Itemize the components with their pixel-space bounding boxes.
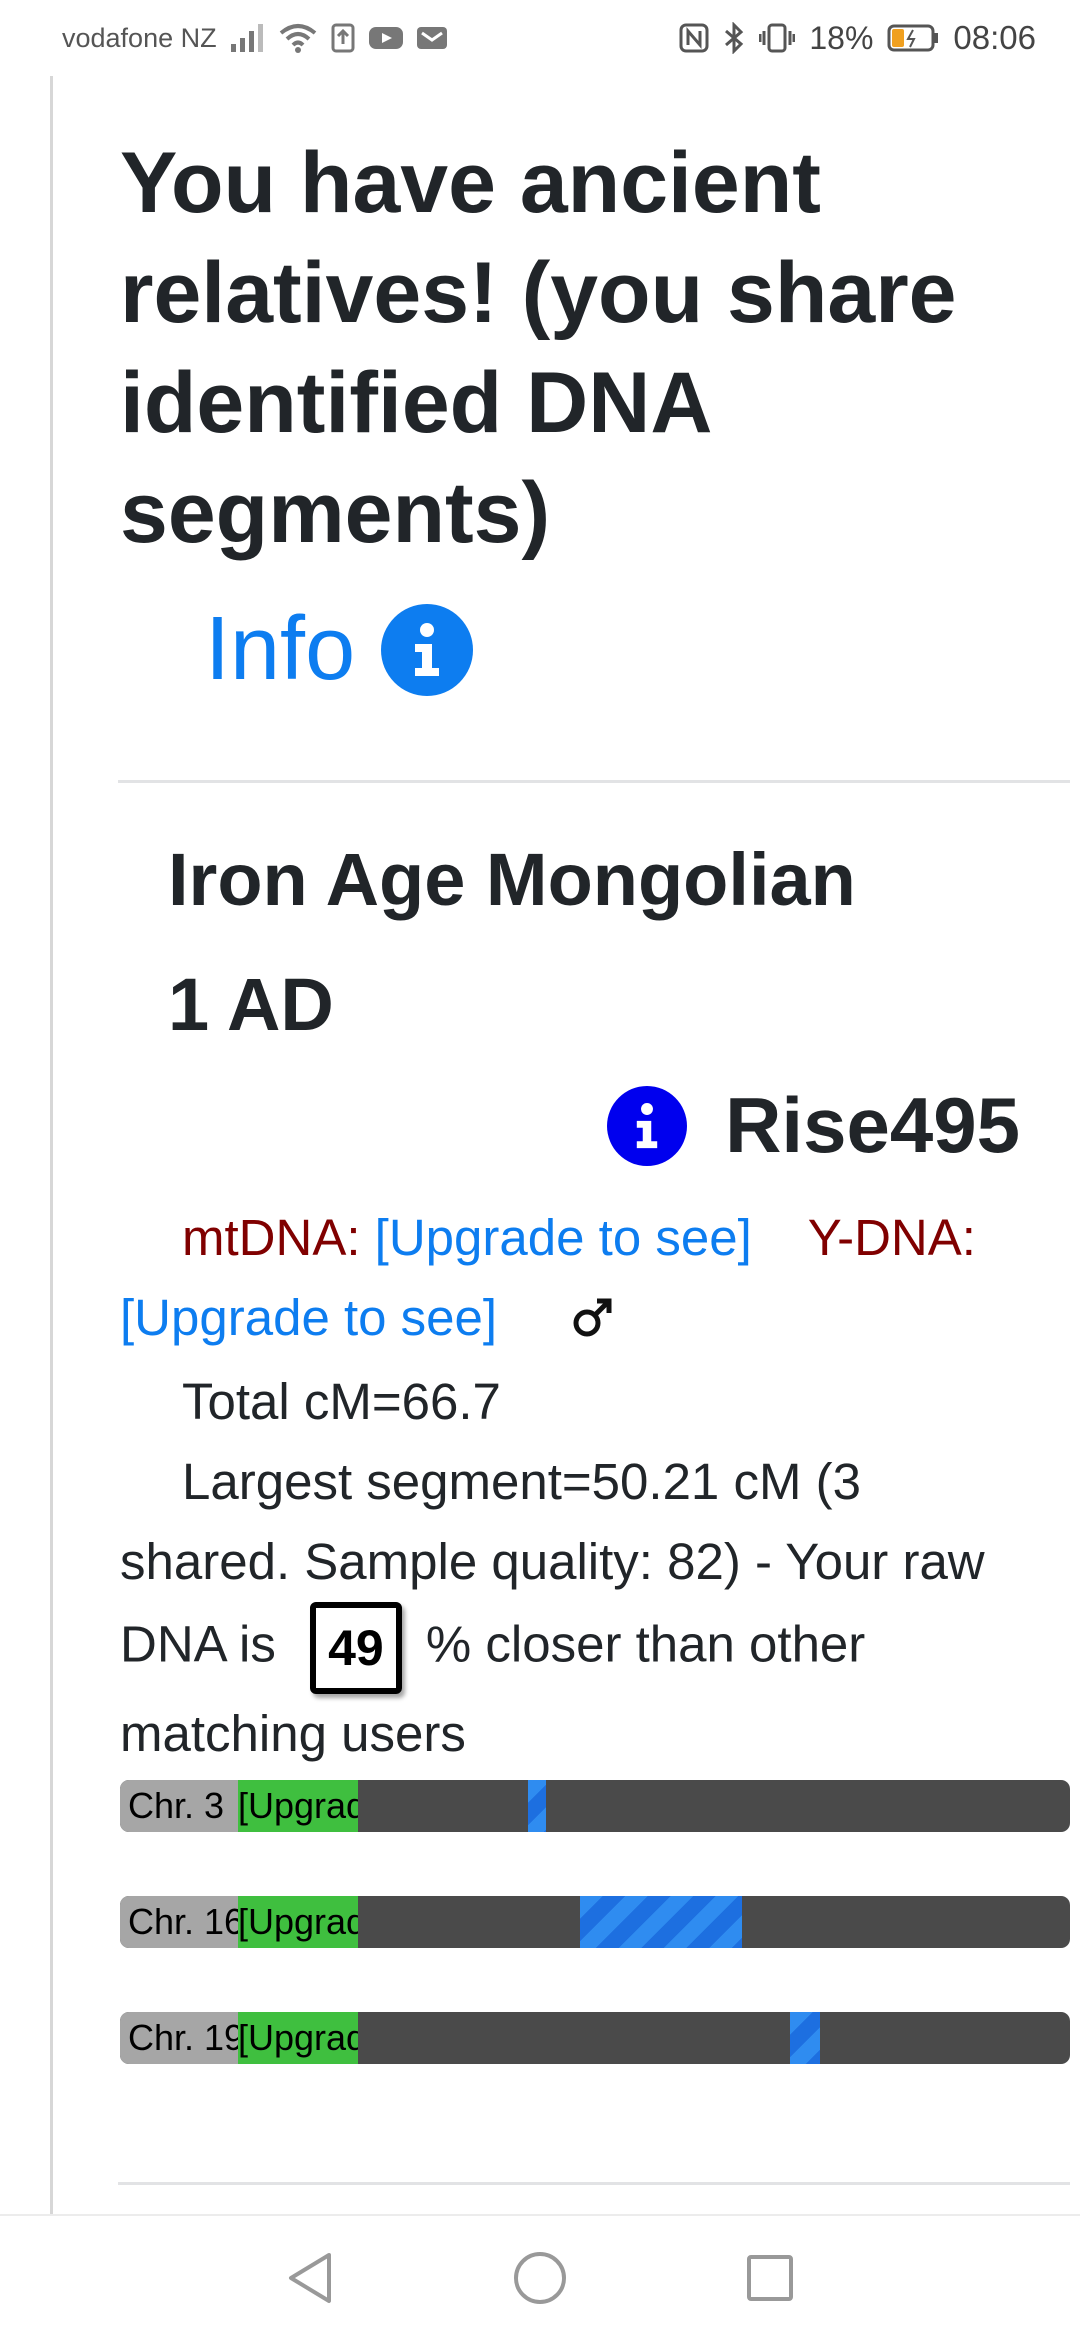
chromosome-upgrade-link[interactable]: [Upgrade to see] <box>238 1896 358 1948</box>
ydna-label: Y-DNA: <box>807 1209 976 1266</box>
page-title: You have ancient relatives! (you share i… <box>120 135 957 561</box>
shared-segment <box>790 2012 820 2064</box>
status-left: vodafone NZ <box>62 23 447 54</box>
match-title: Iron Age Mongolian <box>168 838 856 921</box>
page-left-border <box>50 76 53 2216</box>
chromosome-bar-19: Chr. 19 [Upgrade to see] <box>120 2012 1070 2064</box>
carrier-label: vodafone NZ <box>62 22 217 53</box>
mtdna-label: mtDNA: <box>182 1209 361 1266</box>
wifi-icon <box>279 23 317 53</box>
chromosome-label: Chr. 3 <box>120 1780 238 1832</box>
match-details: mtDNA: [Upgrade to see] Y-DNA: [Upgrade t… <box>120 1198 1030 1774</box>
user-info-icon[interactable] <box>607 1085 688 1166</box>
bluetooth-icon <box>723 22 745 54</box>
chromosome-bar-3: Chr. 3 [Upgrade to see] <box>120 1780 1070 1832</box>
nfc-icon <box>679 23 709 53</box>
male-icon <box>571 1282 615 1362</box>
recents-icon[interactable] <box>730 2238 810 2318</box>
chromosome-label: Chr. 19 <box>120 2012 238 2064</box>
divider-top <box>118 780 1070 783</box>
system-nav-bar <box>0 2214 1080 2340</box>
ydna-upgrade-link[interactable]: [Upgrade to see] <box>120 1289 497 1346</box>
info-icon[interactable] <box>381 603 474 696</box>
match-date: 1 AD <box>168 963 334 1046</box>
closer-percent-badge: 49 <box>309 1601 402 1694</box>
shared-segment <box>580 1896 742 1948</box>
clock: 08:06 <box>953 19 1036 56</box>
chromosome-upgrade-link[interactable]: [Upgrade to see] <box>238 2012 358 2064</box>
battery-icon <box>887 24 939 52</box>
info-link[interactable]: Info <box>205 598 474 701</box>
match-username[interactable]: Rise495 <box>725 1080 1020 1171</box>
shared-segment <box>528 1780 546 1832</box>
upload-icon <box>331 23 355 53</box>
back-icon[interactable] <box>270 2238 350 2318</box>
battery-percent: 18% <box>809 19 874 56</box>
total-cm: Total cM=66.7 <box>182 1372 501 1430</box>
mail-icon <box>416 25 447 51</box>
home-icon[interactable] <box>500 2238 580 2318</box>
chromosome-bar-16: Chr. 16 [Upgrade to see] <box>120 1896 1070 1948</box>
youtube-icon <box>368 25 403 51</box>
match-user-row: Rise495 <box>607 1080 1020 1171</box>
info-link-label: Info <box>205 599 356 699</box>
status-right: 18% 08:06 <box>679 19 1036 57</box>
mtdna-upgrade-link[interactable]: [Upgrade to see] <box>375 1209 752 1266</box>
status-bar: vodafone NZ 18% 08:06 <box>0 0 1080 76</box>
vibrate-icon <box>759 23 796 53</box>
chromosome-upgrade-link[interactable]: [Upgrade to see] <box>238 1780 358 1832</box>
chromosome-label: Chr. 16 <box>120 1896 238 1948</box>
signal-icon <box>230 24 265 52</box>
divider-bottom <box>118 2182 1070 2185</box>
